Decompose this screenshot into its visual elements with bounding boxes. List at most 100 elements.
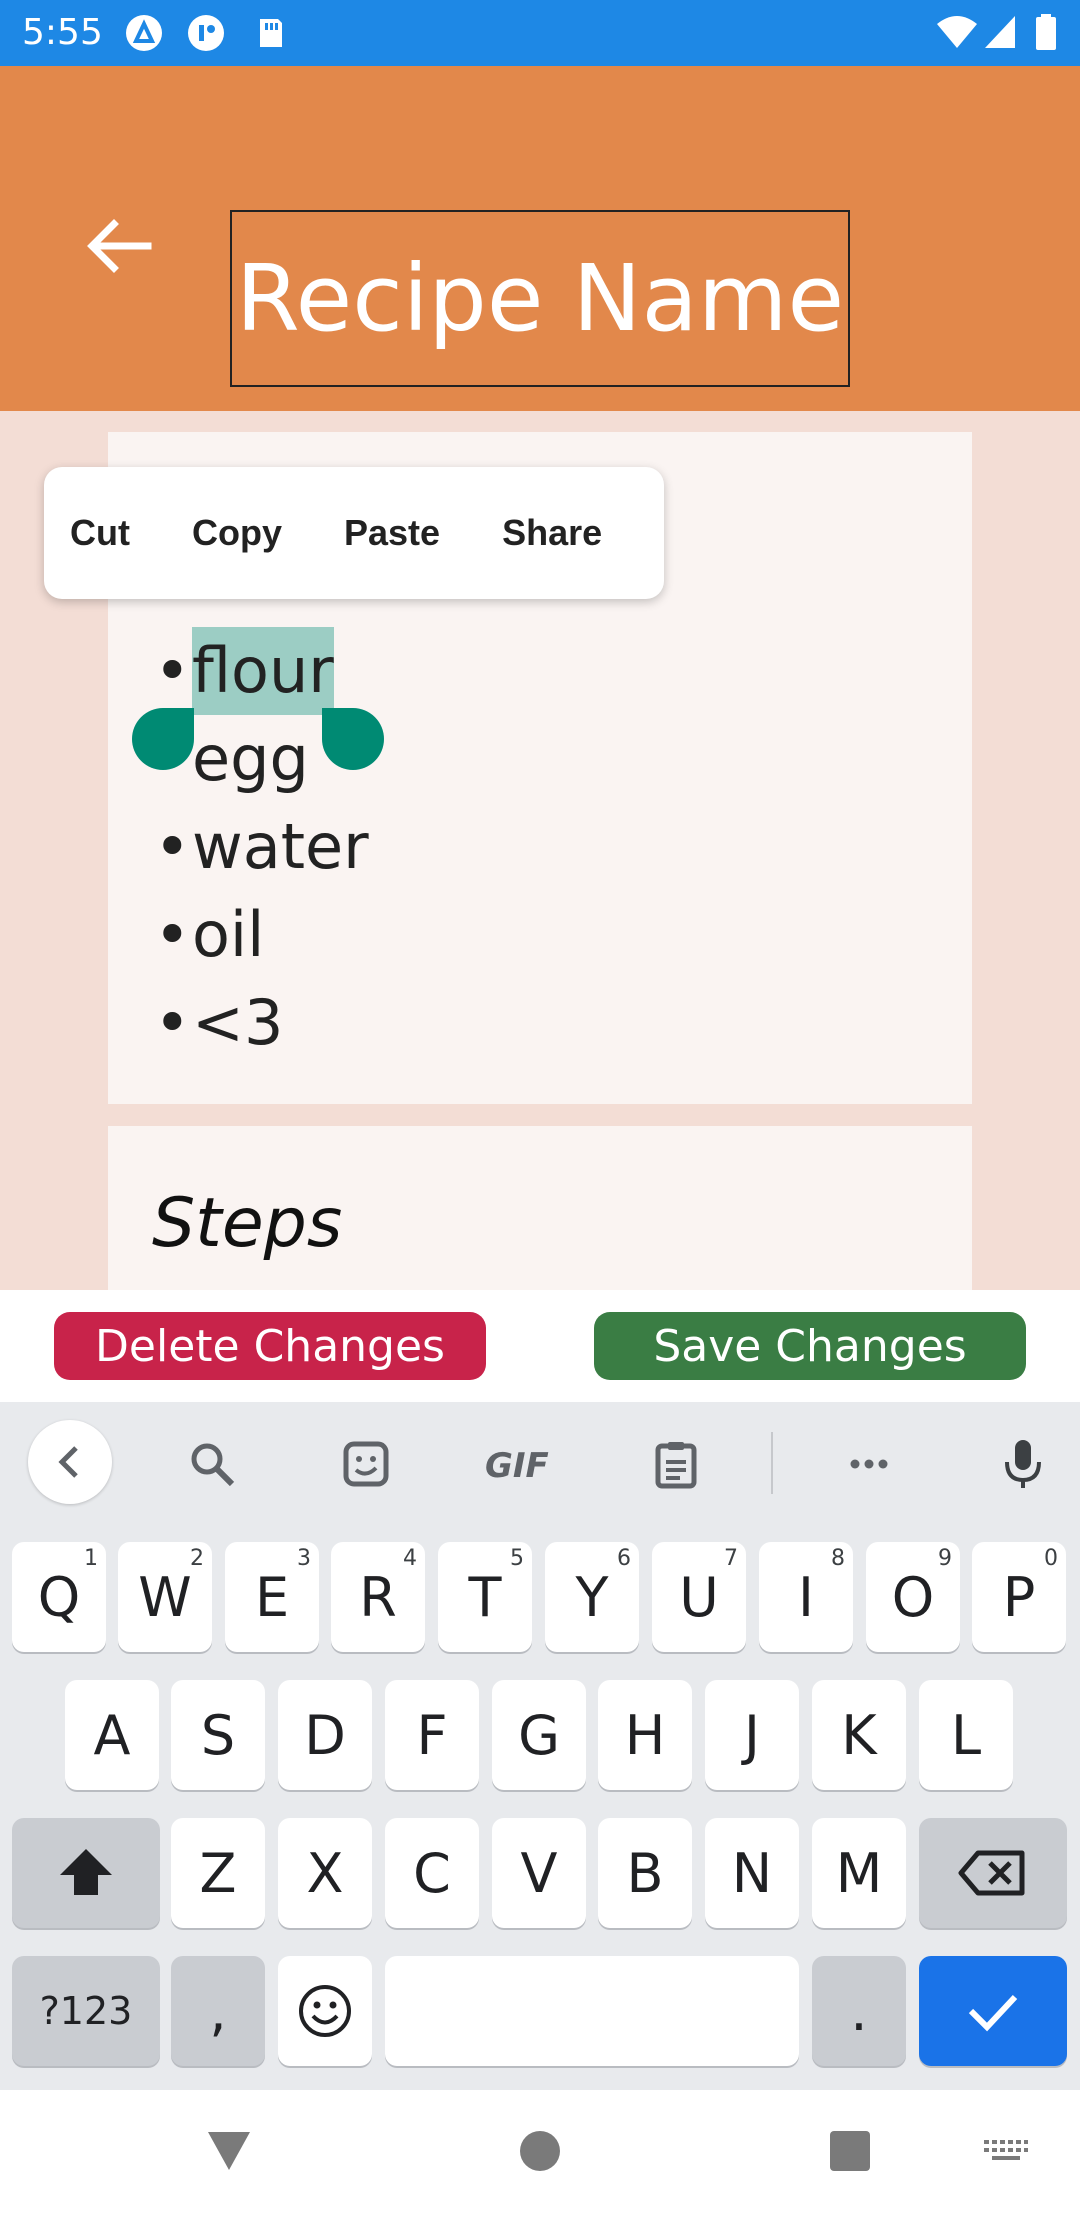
bullet: • <box>154 898 191 971</box>
key-x[interactable]: X <box>278 1818 372 1928</box>
key-z[interactable]: Z <box>171 1818 265 1928</box>
sticker-icon[interactable] <box>340 1438 392 1490</box>
microphone-icon[interactable] <box>997 1438 1049 1490</box>
key-e[interactable]: E3 <box>225 1542 319 1652</box>
toolbar-divider <box>771 1432 773 1494</box>
clipboard-icon[interactable] <box>650 1438 702 1490</box>
selected-text[interactable]: flour <box>192 627 334 715</box>
sd-card-icon <box>260 19 282 47</box>
ingredient-item[interactable]: •<3 <box>154 979 369 1067</box>
keyboard: GIF Q1 W2 E3 R4 T5 Y6 U7 I8 O9 P0 A S D … <box>0 1402 1080 2090</box>
enter-key[interactable] <box>919 1956 1067 2066</box>
bullet: • <box>154 810 191 883</box>
key-hint: 0 <box>1044 1546 1058 1571</box>
key-r[interactable]: R4 <box>331 1542 425 1652</box>
wifi-icon <box>937 16 977 48</box>
emoji-icon <box>299 1985 351 2037</box>
cell-signal-icon <box>985 16 1015 48</box>
key-d[interactable]: D <box>278 1680 372 1790</box>
key-f[interactable]: F <box>385 1680 479 1790</box>
key-v[interactable]: V <box>492 1818 586 1928</box>
keyboard-switcher-icon[interactable] <box>984 2140 1028 2166</box>
key-p[interactable]: P0 <box>972 1542 1066 1652</box>
text-selection-menu: Cut Copy Paste Share <box>44 467 664 599</box>
battery-icon <box>1036 14 1056 50</box>
key-hint: 6 <box>617 1546 631 1571</box>
key-s[interactable]: S <box>171 1680 265 1790</box>
key-o[interactable]: O9 <box>866 1542 960 1652</box>
recipe-name-field[interactable]: Recipe Name <box>230 210 850 387</box>
period-key[interactable]: . <box>812 1956 906 2066</box>
key-i[interactable]: I8 <box>759 1542 853 1652</box>
steps-title: Steps <box>152 1184 343 1263</box>
key-m[interactable]: M <box>812 1818 906 1928</box>
key-a[interactable]: A <box>65 1680 159 1790</box>
keyboard-toolbar: GIF <box>0 1402 1080 1520</box>
checkmark-icon <box>968 1994 1018 2032</box>
keyboard-collapse-button[interactable] <box>28 1420 112 1504</box>
key-label: Q <box>37 1565 81 1629</box>
ingredient-text: <3 <box>192 986 284 1059</box>
steps-card[interactable]: Steps <box>108 1126 972 1296</box>
menu-share[interactable]: Share <box>502 512 602 554</box>
key-q[interactable]: Q1 <box>12 1542 106 1652</box>
emoji-key[interactable] <box>278 1956 372 2066</box>
back-nav-icon[interactable] <box>206 2130 252 2172</box>
bullet: • <box>154 634 191 707</box>
key-y[interactable]: Y6 <box>545 1542 639 1652</box>
search-icon[interactable] <box>186 1438 238 1490</box>
key-g[interactable]: G <box>492 1680 586 1790</box>
recents-nav-icon[interactable] <box>829 2130 871 2172</box>
key-c[interactable]: C <box>385 1818 479 1928</box>
key-n[interactable]: N <box>705 1818 799 1928</box>
ingredient-item[interactable]: •water <box>154 803 369 891</box>
recipe-name-text: Recipe Name <box>235 245 845 352</box>
key-label: W <box>138 1565 192 1629</box>
bullet: • <box>154 986 191 1059</box>
key-label: P <box>1002 1565 1036 1629</box>
key-hint: 9 <box>938 1546 952 1571</box>
key-hint: 7 <box>724 1546 738 1571</box>
shift-key[interactable] <box>12 1818 160 1928</box>
key-hint: 8 <box>831 1546 845 1571</box>
chevron-left-icon <box>58 1446 78 1478</box>
app-notification-icon-2 <box>188 15 224 51</box>
gif-button[interactable]: GIF <box>485 1446 549 1486</box>
menu-cut[interactable]: Cut <box>70 512 130 554</box>
ingredients-list[interactable]: •flour egg •water •oil •<3 <box>154 627 369 1067</box>
home-nav-icon[interactable] <box>519 2130 561 2172</box>
key-k[interactable]: K <box>812 1680 906 1790</box>
selection-handle-start[interactable] <box>132 708 194 770</box>
key-b[interactable]: B <box>598 1818 692 1928</box>
key-hint: 1 <box>84 1546 98 1571</box>
key-hint: 4 <box>403 1546 417 1571</box>
backspace-key[interactable] <box>919 1818 1067 1928</box>
symbols-key[interactable]: ?123 <box>12 1956 160 2066</box>
app-notification-icon <box>126 15 162 51</box>
key-l[interactable]: L <box>919 1680 1013 1790</box>
ingredient-text: oil <box>192 898 265 971</box>
key-hint: 2 <box>190 1546 204 1571</box>
comma-key[interactable]: , <box>171 1956 265 2066</box>
key-label: E <box>254 1565 290 1629</box>
delete-changes-button[interactable]: Delete Changes <box>54 1312 486 1380</box>
ingredient-item[interactable]: •oil <box>154 891 369 979</box>
ingredient-item[interactable]: •flour <box>154 627 369 715</box>
more-options-icon[interactable] <box>843 1438 895 1490</box>
key-label: U <box>679 1565 719 1629</box>
status-time: 5:55 <box>22 12 103 53</box>
key-label: I <box>798 1565 814 1629</box>
menu-copy[interactable]: Copy <box>192 512 282 554</box>
space-key[interactable] <box>385 1956 799 2066</box>
key-h[interactable]: H <box>598 1680 692 1790</box>
save-changes-button[interactable]: Save Changes <box>594 1312 1026 1380</box>
key-w[interactable]: W2 <box>118 1542 212 1652</box>
key-t[interactable]: T5 <box>438 1542 532 1652</box>
key-u[interactable]: U7 <box>652 1542 746 1652</box>
key-hint: 5 <box>510 1546 524 1571</box>
navigation-bar <box>0 2090 1080 2220</box>
menu-paste[interactable]: Paste <box>344 512 440 554</box>
back-arrow-icon[interactable] <box>78 208 158 288</box>
selection-handle-end[interactable] <box>322 708 384 770</box>
key-j[interactable]: J <box>705 1680 799 1790</box>
